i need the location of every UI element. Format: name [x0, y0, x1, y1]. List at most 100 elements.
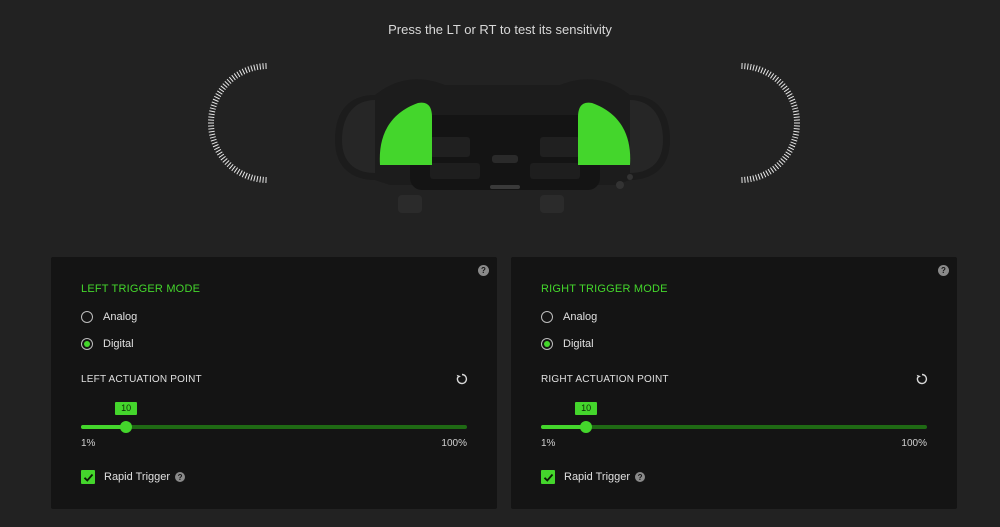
- gauge-tick: [222, 83, 228, 88]
- gauge-tick: [210, 104, 217, 108]
- gauge-tick: [755, 65, 758, 72]
- left-actuation-label: LEFT ACTUATION POINT: [81, 374, 202, 385]
- radio-label: Analog: [103, 311, 138, 323]
- gauge-tick: [762, 171, 767, 178]
- reset-icon[interactable]: [456, 373, 468, 385]
- checkbox-checked-icon[interactable]: [81, 470, 95, 484]
- slider-thumb[interactable]: [580, 421, 593, 433]
- help-icon[interactable]: ?: [938, 265, 949, 276]
- left-trigger-gauge: [208, 63, 267, 183]
- controller-illustration: [208, 63, 800, 213]
- gauge-tick: [760, 172, 764, 179]
- slider-max-label: 100%: [441, 438, 467, 449]
- gauge-tick: [208, 128, 215, 130]
- gauge-tick: [262, 176, 264, 183]
- slider-track[interactable]: [541, 425, 927, 429]
- gauge-tick: [749, 63, 752, 71]
- gauge-tick: [778, 80, 784, 86]
- rapid-trigger-label: Rapid Trigger: [564, 471, 631, 483]
- radio-label: Digital: [563, 338, 594, 350]
- checkmark-icon: [543, 473, 553, 482]
- gauge-tick: [236, 168, 241, 175]
- gauge-tick: [209, 136, 216, 139]
- help-icon[interactable]: ?: [478, 265, 489, 276]
- right-trigger-panel: ? RIGHT TRIGGER MODE Analog Digital RIGH…: [511, 257, 957, 509]
- gauge-tick: [769, 167, 775, 173]
- right-radio-analog[interactable]: Analog: [541, 311, 597, 323]
- gauge-tick: [785, 151, 792, 156]
- gauge-tick: [780, 158, 786, 163]
- slider-track[interactable]: [81, 425, 467, 429]
- right-actuation-slider[interactable]: [541, 421, 927, 433]
- gauge-tick: [222, 158, 228, 163]
- gauge-tick: [744, 63, 746, 70]
- gauge-tick: [228, 163, 234, 170]
- slider-value-badge: 10: [115, 402, 138, 415]
- right-rapid-trigger-checkbox[interactable]: Rapid Trigger ?: [541, 470, 646, 484]
- gauge-tick: [746, 176, 749, 183]
- gauge-tick: [744, 176, 746, 183]
- gauge-tick: [780, 83, 786, 88]
- gauge-tick: [233, 73, 239, 79]
- gauge-tick: [792, 136, 799, 139]
- gauge-tick: [793, 116, 800, 118]
- gauge-tick: [752, 64, 755, 71]
- gauge-tick: [226, 78, 232, 84]
- left-rapid-trigger-checkbox[interactable]: Rapid Trigger ?: [81, 470, 186, 484]
- gauge-tick: [782, 85, 788, 91]
- gauge-tick: [749, 175, 752, 183]
- gauge-tick: [250, 65, 253, 72]
- gauge-tick: [236, 71, 241, 78]
- gauge-tick: [762, 68, 767, 75]
- gauge-tick: [256, 63, 259, 71]
- gauge-tick: [215, 149, 222, 153]
- left-radio-analog[interactable]: Analog: [81, 311, 137, 323]
- gauge-tick: [208, 116, 215, 118]
- left-trigger-panel: ? LEFT TRIGGER MODE Analog Digital LEFT …: [51, 257, 497, 509]
- right-trigger-gauge: [741, 63, 800, 183]
- gauge-tick: [239, 69, 243, 76]
- gauge-tick: [767, 168, 772, 175]
- gauge-tick: [774, 76, 780, 83]
- radio-label: Digital: [103, 338, 134, 350]
- reset-icon[interactable]: [916, 373, 928, 385]
- rapid-trigger-help-icon[interactable]: ?: [175, 472, 186, 482]
- gauge-tick: [231, 165, 236, 172]
- left-actuation-slider[interactable]: [81, 421, 467, 433]
- checkbox-checked-icon[interactable]: [541, 470, 555, 484]
- slider-min-label: 1%: [541, 438, 556, 449]
- gauge-tick: [224, 160, 230, 166]
- gauge-tick: [792, 107, 799, 110]
- radio-unchecked-icon[interactable]: [81, 311, 93, 323]
- gauge-tick: [212, 98, 219, 102]
- slider-value-badge: 10: [575, 402, 598, 415]
- gauge-tick: [790, 101, 797, 105]
- gauge-tick: [209, 110, 216, 113]
- rapid-trigger-help-icon[interactable]: ?: [635, 472, 646, 482]
- gauge-tick: [247, 66, 251, 73]
- gauge-tick: [757, 66, 761, 73]
- radio-checked-icon[interactable]: [81, 338, 93, 350]
- gauge-tick: [769, 73, 775, 79]
- gauge-tick: [212, 144, 219, 148]
- gauge-tick: [239, 170, 243, 177]
- right-radio-digital[interactable]: Digital: [541, 338, 594, 350]
- radio-checked-icon[interactable]: [541, 338, 553, 350]
- radio-unchecked-icon[interactable]: [541, 311, 553, 323]
- slider-thumb[interactable]: [120, 421, 133, 433]
- left-trigger-mode-title: LEFT TRIGGER MODE: [81, 283, 201, 295]
- gauge-tick: [208, 113, 215, 116]
- gauge-tick: [752, 175, 755, 182]
- gauge-tick: [244, 172, 248, 179]
- gauge-tick: [228, 76, 234, 83]
- gauge-tick: [793, 128, 800, 130]
- gauge-tick: [216, 151, 223, 156]
- gauge-tick: [792, 133, 799, 136]
- gauge-tick: [247, 173, 251, 180]
- gauge-tick: [792, 110, 799, 113]
- gauge-tick: [253, 64, 256, 71]
- left-radio-digital[interactable]: Digital: [81, 338, 134, 350]
- slider-max-label: 100%: [901, 438, 927, 449]
- gauge-tick: [211, 141, 218, 145]
- gauge-tick: [211, 101, 218, 105]
